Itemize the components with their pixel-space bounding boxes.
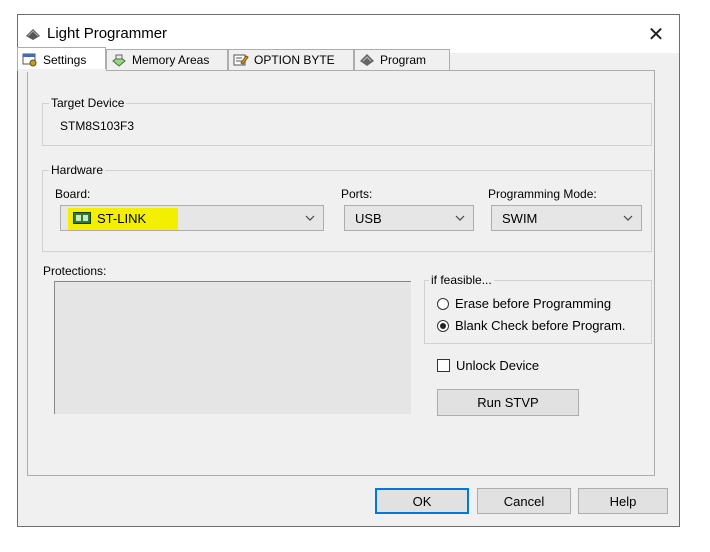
if-feasible-label: if feasible...	[429, 273, 494, 287]
board-value: ST-LINK	[97, 210, 147, 226]
cancel-label: Cancel	[503, 493, 545, 509]
target-device-label: Target Device	[49, 96, 127, 110]
help-label: Help	[609, 493, 637, 509]
unlock-device-checkbox[interactable]	[437, 359, 450, 372]
chevron-down-icon[interactable]	[455, 214, 465, 222]
ports-label: Ports:	[341, 187, 373, 201]
ports-select[interactable]: USB	[344, 205, 474, 231]
memory-icon	[112, 54, 126, 67]
ports-value: USB	[355, 210, 382, 226]
help-button[interactable]: Help	[578, 488, 668, 514]
if-feasible-group: if feasible...	[424, 273, 652, 344]
chip-icon	[26, 29, 40, 40]
cancel-button[interactable]: Cancel	[477, 488, 571, 514]
tab-label: OPTION BYTE	[254, 53, 335, 67]
board-label: Board:	[55, 187, 91, 201]
tab-label: Settings	[43, 52, 87, 67]
settings-icon	[22, 53, 37, 66]
protections-label: Protections:	[43, 264, 107, 278]
board-icon	[73, 212, 91, 224]
tab-label: Program	[380, 53, 427, 67]
programming-mode-value: SWIM	[502, 210, 538, 226]
chip-icon	[360, 54, 374, 66]
erase-radio[interactable]	[437, 297, 449, 310]
programming-mode-label: Programming Mode:	[488, 187, 597, 201]
blank-check-option[interactable]: Blank Check before Program.	[437, 318, 626, 333]
unlock-device-label: Unlock Device	[456, 358, 540, 373]
window-title: Light Programmer	[47, 25, 168, 42]
ok-label: OK	[412, 493, 432, 509]
tab-settings[interactable]: Settings	[17, 47, 106, 71]
erase-before-programming-option[interactable]: Erase before Programming	[437, 296, 611, 311]
chevron-down-icon[interactable]	[305, 214, 315, 222]
hardware-label: Hardware	[49, 163, 106, 177]
run-stvp-button[interactable]: Run STVP	[437, 389, 579, 416]
run-stvp-label: Run STVP	[477, 395, 539, 410]
ok-button[interactable]: OK	[375, 488, 469, 514]
blank-check-radio[interactable]	[437, 319, 449, 332]
programming-mode-select[interactable]: SWIM	[491, 205, 642, 231]
unlock-device-option[interactable]: Unlock Device	[437, 358, 539, 373]
target-device-group: Target Device STM8S103F3	[42, 96, 652, 146]
tab-join	[18, 69, 106, 72]
chevron-down-icon[interactable]	[623, 214, 633, 222]
board-select[interactable]: ST-LINK	[60, 205, 324, 231]
option-byte-icon	[233, 54, 249, 66]
erase-label: Erase before Programming	[455, 296, 612, 311]
tab-option-byte[interactable]: OPTION BYTE	[228, 49, 354, 70]
target-device-value: STM8S103F3	[60, 119, 135, 133]
tab-label: Memory Areas	[132, 53, 210, 67]
close-icon[interactable]: ✕	[633, 15, 679, 53]
blank-check-label: Blank Check before Program.	[455, 318, 626, 333]
tab-program[interactable]: Program	[354, 49, 450, 70]
tab-memory-areas[interactable]: Memory Areas	[106, 49, 228, 70]
title-bar[interactable]: Light Programmer ✕	[18, 15, 679, 53]
protections-list[interactable]	[54, 281, 411, 414]
